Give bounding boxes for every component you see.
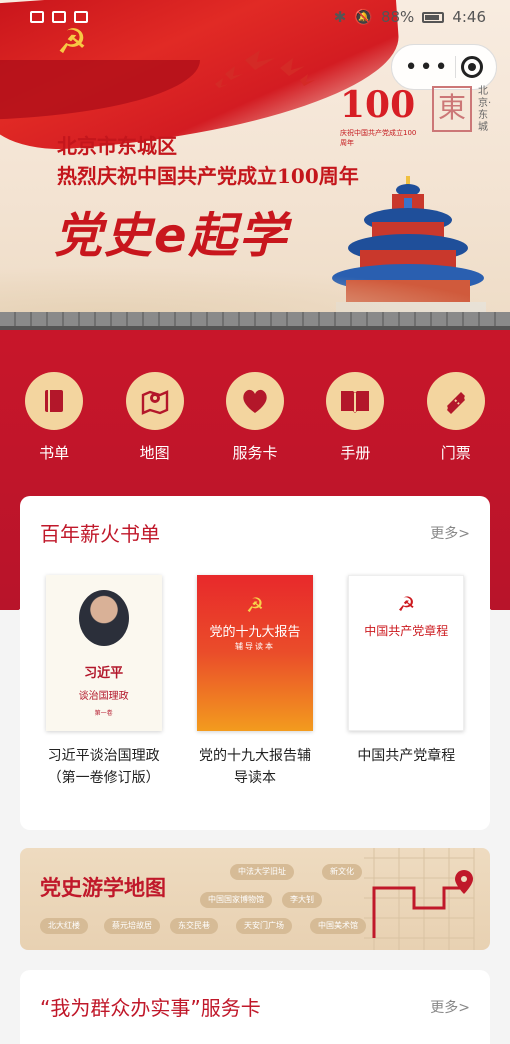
- open-book-icon: [341, 391, 370, 413]
- map-location-tag: 中法大学旧址: [230, 864, 294, 880]
- map-location-tag: 中国国家博物馆: [200, 892, 272, 908]
- status-bar: ✱ 🔕 88% 4:46: [0, 0, 510, 34]
- dongcheng-seal: 東: [432, 86, 472, 132]
- banner-district: 北京市东城区: [57, 134, 177, 158]
- nav-label: 服务卡: [232, 444, 278, 462]
- booklist-title: 百年薪火书单: [40, 522, 160, 546]
- map-location-tag: 李大钊: [282, 892, 322, 908]
- hero-banner: ☭ ••• 100 庆祝中国共产党成立100周年 東 北京·东城 北京市东城区 …: [0, 0, 510, 330]
- booklist-more-link[interactable]: 更多>: [430, 523, 470, 543]
- nav-item-booklist[interactable]: 书单: [11, 372, 97, 472]
- portrait-image: [78, 589, 129, 646]
- nav-label: 门票: [440, 444, 471, 462]
- battery-percent: 88%: [380, 8, 415, 26]
- nav-icon-circle: [326, 372, 385, 430]
- service-more-link[interactable]: 更多>: [430, 997, 470, 1017]
- clock: 4:46: [452, 8, 486, 26]
- book-item[interactable]: ☭ 党的十九大报告 辅导读本 党的十九大报告辅导读本: [187, 575, 323, 789]
- cover-title: 党的十九大报告: [209, 625, 301, 640]
- heart-icon: [243, 389, 267, 413]
- doves-icon: [215, 50, 315, 88]
- study-map-title: 党史游学地图: [40, 876, 166, 900]
- book-item[interactable]: 习近平 谈治国理政 第一卷 习近平谈治国理政（第一卷修订版）: [36, 575, 172, 789]
- nav-label: 地图: [139, 444, 170, 462]
- nav-icon-circle: [25, 372, 84, 430]
- cover-volume: 第一卷: [94, 709, 113, 717]
- hills-decoration: [0, 266, 510, 316]
- nav-item-service-card[interactable]: 服务卡: [212, 372, 298, 472]
- nav-item-tickets[interactable]: 门票: [413, 372, 499, 472]
- close-miniprogram-icon[interactable]: [461, 56, 484, 78]
- nav-label: 书单: [39, 444, 70, 462]
- book-title: 中国共产党章程: [357, 748, 456, 764]
- roof-tiles-decoration: [0, 312, 510, 330]
- cover-title: 习近平: [84, 665, 124, 681]
- cover-subtitle: 辅导读本: [234, 642, 275, 651]
- book-list: 习近平 谈治国理政 第一卷 习近平谈治国理政（第一卷修订版） ☭ 党的十九大报告…: [20, 547, 490, 789]
- map-location-tag: 北大红楼: [40, 918, 88, 934]
- notification-icon: [74, 11, 88, 23]
- book-cover: ☭ 党的十九大报告 辅导读本: [196, 575, 313, 731]
- nav-icon-circle: [426, 372, 485, 430]
- service-title: “我为群众办实事”服务卡: [40, 996, 261, 1020]
- anniversary-logo-caption: 庆祝中国共产党成立100周年: [340, 129, 417, 147]
- map-location-tag: 东交民巷: [170, 918, 218, 934]
- booklist-card: 百年薪火书单 更多> 习近平 谈治国理政 第一卷 习近平谈治国理政（第一卷修订版…: [20, 496, 490, 830]
- banner-celebration: 热烈庆祝中国共产党成立100周年: [57, 164, 359, 188]
- notification-icon: [30, 11, 44, 23]
- nav-item-handbook[interactable]: 手册: [312, 372, 398, 472]
- map-pin-icon: [141, 390, 168, 415]
- book-icon: [45, 390, 64, 412]
- route-map-icon: [364, 848, 475, 950]
- nav-label: 手册: [340, 444, 371, 462]
- quick-nav: 书单 地图 服务卡 手册 门票: [0, 372, 510, 472]
- nav-item-map[interactable]: 地图: [112, 372, 198, 472]
- mute-icon: 🔕: [354, 8, 373, 26]
- study-map-card[interactable]: 党史游学地图 中法大学旧址 新文化 中国国家博物馆 李大钊 北大红楼 蔡元培故居…: [20, 848, 490, 950]
- service-card-section: “我为群众办实事”服务卡 更多>: [20, 970, 490, 1044]
- status-system: ✱ 🔕 88% 4:46: [334, 8, 486, 26]
- map-location-tag: 天安门广场: [236, 918, 292, 934]
- map-location-tag: 蔡元培故居: [104, 918, 160, 934]
- book-title: 党的十九大报告辅导读本: [198, 748, 311, 786]
- party-emblem-icon: ☭: [397, 592, 416, 616]
- book-title: 习近平谈治国理政（第一卷修订版）: [47, 748, 160, 786]
- capsule-divider: [454, 56, 456, 78]
- book-item[interactable]: ☭ 中国共产党章程 中国共产党章程: [338, 575, 474, 789]
- seal-caption: 北京·东城: [478, 86, 492, 133]
- nav-icon-circle: [125, 372, 184, 430]
- ticket-icon: [446, 392, 465, 414]
- service-header: “我为群众办实事”服务卡 更多>: [20, 970, 490, 1021]
- banner-slogan: 党史e起学: [54, 208, 289, 264]
- party-emblem-icon: ☭: [246, 593, 264, 617]
- notification-icon: [52, 11, 66, 23]
- cover-subtitle: 谈治国理政: [78, 690, 129, 702]
- more-options-icon[interactable]: •••: [405, 55, 450, 80]
- nav-icon-circle: [225, 372, 284, 430]
- bluetooth-icon: ✱: [333, 8, 347, 26]
- status-notifications: [30, 11, 88, 23]
- book-cover: ☭ 中国共产党章程: [348, 575, 465, 731]
- cover-title: 中国共产党章程: [364, 624, 449, 638]
- battery-icon: [422, 11, 445, 23]
- book-cover: 习近平 谈治国理政 第一卷: [45, 575, 162, 731]
- booklist-header: 百年薪火书单 更多>: [20, 496, 490, 547]
